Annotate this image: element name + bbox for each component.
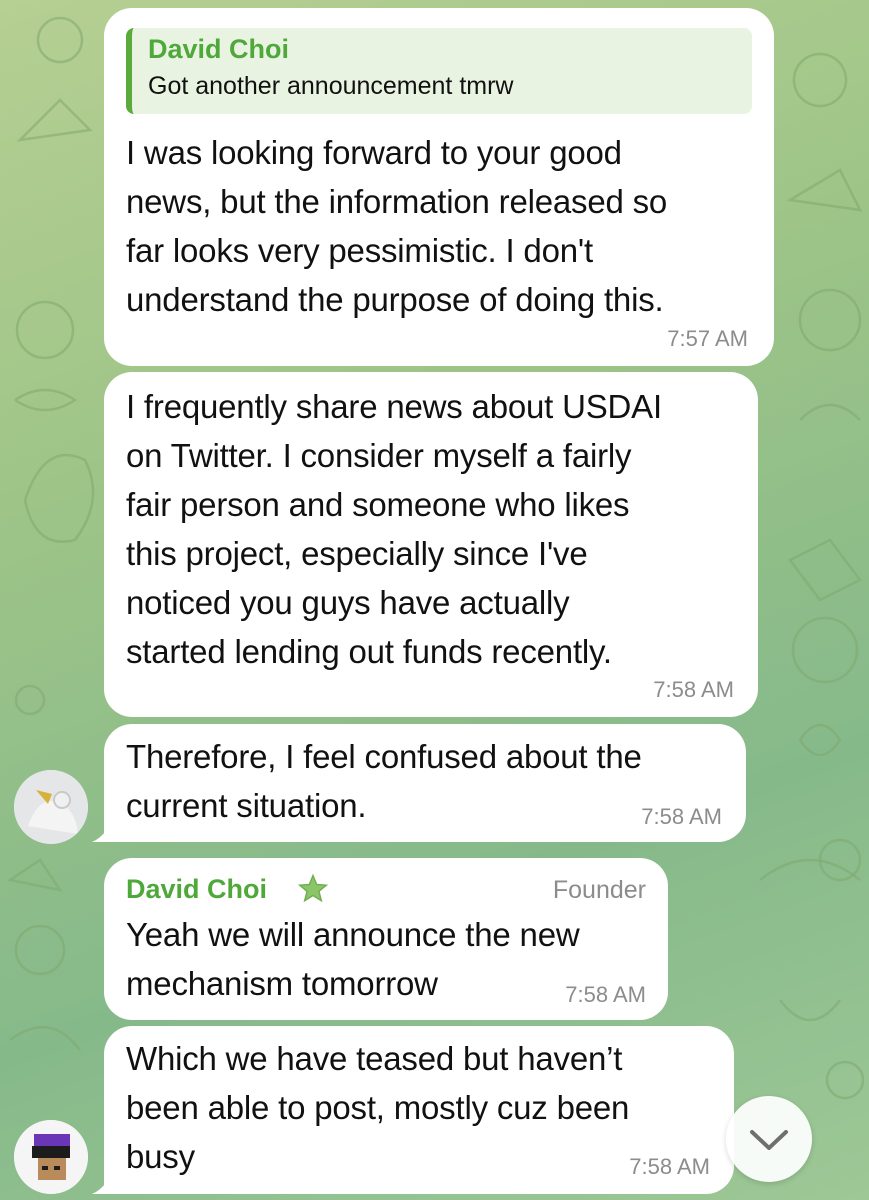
message-bubble[interactable]: Therefore, I feel confused about the cur…	[104, 724, 746, 842]
message-timestamp: 7:58 AM	[653, 677, 734, 702]
member-role-badge: Founder	[552, 876, 646, 904]
reply-sender-name: David Choi	[148, 34, 290, 64]
message-bubble[interactable]: David Choi Founder Yeah we will announce…	[104, 858, 668, 1020]
message-bubble[interactable]: I frequently share news about USDAI on T…	[104, 372, 758, 717]
message-line: Which we have teased but haven’t	[126, 1040, 623, 1077]
message-line: far looks very pessimistic. I don't	[126, 232, 593, 269]
message-line: noticed you guys have actually	[126, 584, 570, 621]
chevron-down-icon	[750, 1130, 788, 1150]
message-bubble[interactable]: Which we have teased but haven’t been ab…	[104, 1026, 734, 1194]
message-line: news, but the information released so	[126, 183, 668, 220]
message-line: Yeah we will announce the new	[126, 916, 580, 953]
avatar[interactable]	[14, 770, 88, 844]
avatar-image	[14, 770, 88, 844]
message-timestamp: 7:57 AM	[667, 326, 748, 351]
message-text: Which we have teased but haven’t been ab…	[126, 1034, 629, 1181]
message-text: Yeah we will announce the new mechanism …	[126, 910, 580, 1008]
reply-quote[interactable]: David Choi Got another announcement tmrw	[126, 28, 752, 114]
message-text: I was looking forward to your good news,…	[126, 128, 667, 324]
message-line: understand the purpose of doing this.	[126, 281, 664, 318]
message-line: current situation.	[126, 787, 367, 824]
star-icon	[297, 873, 329, 903]
message-timestamp: 7:58 AM	[641, 804, 722, 829]
avatar[interactable]	[14, 1120, 88, 1194]
message-line: I frequently share news about USDAI	[126, 388, 662, 425]
message-line: fair person and someone who likes	[126, 486, 630, 523]
message-line: been able to post, mostly cuz been	[126, 1089, 630, 1126]
scroll-to-bottom-button[interactable]	[726, 1096, 812, 1182]
message-text: I frequently share news about USDAI on T…	[126, 382, 662, 676]
message-line: mechanism tomorrow	[126, 965, 438, 1002]
message-text: Therefore, I feel confused about the cur…	[126, 732, 642, 830]
avatar-image	[14, 1120, 88, 1194]
message-line: this project, especially since I've	[126, 535, 588, 572]
reply-text: Got another announcement tmrw	[148, 72, 514, 100]
message-line: started lending out funds recently.	[126, 633, 612, 670]
message-bubble[interactable]: David Choi Got another announcement tmrw…	[104, 8, 774, 366]
message-line: busy	[126, 1138, 195, 1175]
message-timestamp: 7:58 AM	[565, 982, 646, 1007]
sender-name[interactable]: David Choi	[126, 874, 267, 905]
message-line: on Twitter. I consider myself a fairly	[126, 437, 632, 474]
message-line: I was looking forward to your good	[126, 134, 622, 171]
message-timestamp: 7:58 AM	[629, 1154, 710, 1179]
message-line: Therefore, I feel confused about the	[126, 738, 642, 775]
